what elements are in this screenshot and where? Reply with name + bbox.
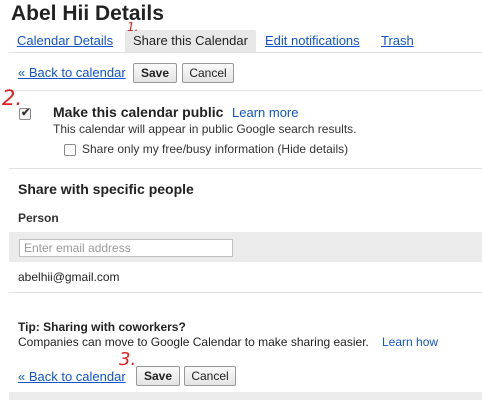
annotation-2: 2.	[2, 86, 23, 110]
cancel-button-bottom[interactable]: Cancel	[184, 366, 236, 386]
tab-bar: Calendar Details Share this Calendar Edi…	[9, 30, 479, 52]
learn-how-link[interactable]: Learn how	[382, 335, 438, 349]
free-busy-checkbox[interactable]	[64, 144, 76, 156]
cancel-button[interactable]: Cancel	[182, 63, 234, 83]
checkmark-icon: ✔	[21, 107, 31, 119]
make-public-description: This calendar will appear in public Goog…	[53, 122, 357, 136]
save-button-bottom[interactable]: Save	[136, 366, 180, 386]
back-to-calendar-link[interactable]: « Back to calendar	[18, 65, 126, 80]
tip-text: Companies can move to Google Calendar to…	[18, 335, 369, 349]
tab-divider	[9, 52, 482, 53]
people-divider	[9, 292, 482, 293]
share-specific-heading: Share with specific people	[18, 181, 194, 197]
tab-share-this-calendar[interactable]: Share this Calendar	[125, 30, 256, 52]
shared-person-email: abelhii@gmail.com	[18, 270, 120, 284]
person-column-header: Person	[18, 211, 59, 225]
toolbar-divider	[9, 90, 482, 91]
public-divider	[9, 168, 482, 169]
annotation-1: 1.	[127, 20, 139, 34]
page-title: Abel Hii Details	[11, 2, 164, 25]
tab-edit-notifications[interactable]: Edit notifications	[257, 30, 368, 52]
learn-more-link[interactable]: Learn more	[232, 105, 298, 120]
back-to-calendar-link-bottom[interactable]: « Back to calendar	[18, 369, 126, 384]
annotation-3: 3.	[119, 349, 137, 370]
tab-trash[interactable]: Trash	[373, 30, 422, 52]
free-busy-label: Share only my free/busy information (Hid…	[82, 142, 349, 156]
save-button[interactable]: Save	[133, 63, 177, 83]
email-input[interactable]	[19, 239, 233, 257]
tip-heading: Tip: Sharing with coworkers?	[18, 320, 186, 334]
make-public-label: Make this calendar public	[53, 104, 224, 120]
make-public-checkbox[interactable]: ✔	[19, 107, 31, 120]
tab-calendar-details[interactable]: Calendar Details	[9, 30, 121, 52]
footer-band	[9, 392, 482, 400]
